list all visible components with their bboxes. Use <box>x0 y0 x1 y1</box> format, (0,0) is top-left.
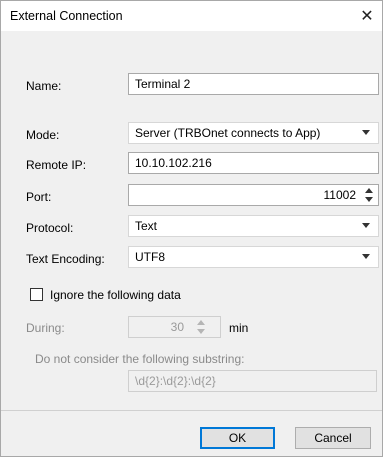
port-spinner[interactable]: 11002 <box>128 184 379 206</box>
protocol-select[interactable]: Text <box>128 215 379 237</box>
ok-button[interactable]: OK <box>200 427 275 449</box>
substring-input[interactable]: \d{2}:\d{2}:\d{2} <box>128 370 377 392</box>
name-input[interactable]: Terminal 2 <box>128 73 379 95</box>
dropdown-arrow-icon <box>362 254 370 259</box>
port-value: 11002 <box>323 188 356 202</box>
mode-select[interactable]: Server (TRBOnet connects to App) <box>128 122 379 144</box>
port-spin-buttons[interactable] <box>364 187 374 203</box>
protocol-label: Protocol: <box>26 221 74 235</box>
ignore-data-checkbox[interactable] <box>30 288 43 301</box>
text-encoding-value: UTF8 <box>135 250 165 264</box>
window-title: External Connection <box>10 9 123 23</box>
text-encoding-label: Text Encoding: <box>26 252 105 266</box>
remote-ip-value: 10.10.102.216 <box>135 156 212 170</box>
during-value: 30 <box>170 320 184 334</box>
spin-up-icon <box>197 320 205 325</box>
substring-label: Do not consider the following substring: <box>35 352 245 366</box>
mode-label: Mode: <box>26 128 60 142</box>
title-bar: External Connection ✕ <box>1 1 382 31</box>
spin-down-icon <box>365 197 373 202</box>
dropdown-arrow-icon <box>362 130 370 135</box>
close-button[interactable]: ✕ <box>352 1 382 31</box>
protocol-value: Text <box>135 219 158 233</box>
cancel-button[interactable]: Cancel <box>295 427 371 449</box>
during-spinner[interactable]: 30 <box>128 316 221 338</box>
mode-value: Server (TRBOnet connects to App) <box>135 126 321 140</box>
name-label: Name: <box>26 79 62 93</box>
spin-down-icon <box>197 329 205 334</box>
remote-ip-input[interactable]: 10.10.102.216 <box>128 152 379 174</box>
external-connection-dialog: External Connection ✕ Name: Terminal 2 M… <box>0 0 383 457</box>
dropdown-arrow-icon <box>362 223 370 228</box>
during-unit-label: min <box>229 321 249 335</box>
spin-up-icon <box>365 188 373 193</box>
name-value: Terminal 2 <box>135 77 191 91</box>
close-icon: ✕ <box>360 8 374 25</box>
port-label: Port: <box>26 190 52 204</box>
footer-separator <box>1 410 382 411</box>
during-spin-buttons[interactable] <box>196 319 206 335</box>
ignore-data-label[interactable]: Ignore the following data <box>50 288 181 302</box>
remote-ip-label: Remote IP: <box>26 158 87 172</box>
during-label: During: <box>26 321 65 335</box>
substring-value: \d{2}:\d{2}:\d{2} <box>135 374 216 388</box>
text-encoding-select[interactable]: UTF8 <box>128 246 379 268</box>
